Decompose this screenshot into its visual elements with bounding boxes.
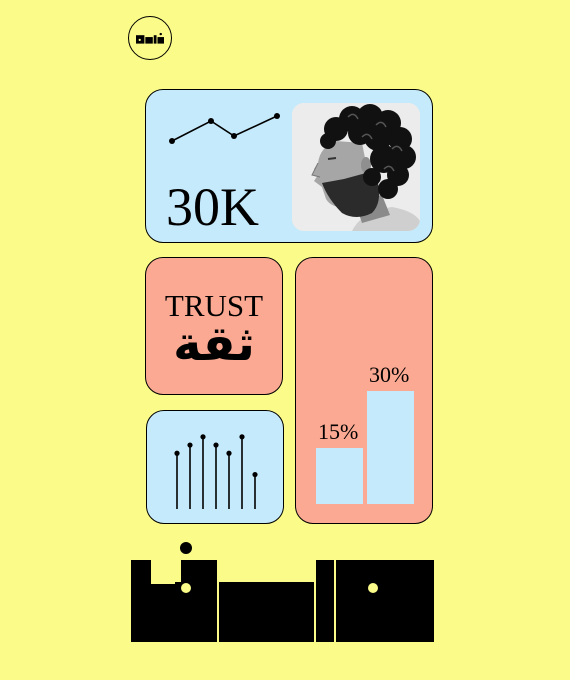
lollipop-dot — [226, 450, 232, 456]
lollipop-dot — [200, 434, 206, 440]
lollipop-dot — [252, 471, 258, 478]
logo-badge — [128, 16, 172, 60]
lollipop-dot — [213, 442, 219, 448]
bar — [316, 447, 363, 504]
bar-value-label: 15% — [318, 418, 359, 444]
trust-card: TRUST ثقة — [145, 257, 283, 395]
trust-label-arabic: ثقة — [173, 316, 255, 372]
stat-card: 30K — [145, 89, 433, 243]
stat-value: 30K — [166, 177, 259, 237]
line-chart-icon — [169, 113, 280, 144]
bar-chart: 15% 30% — [296, 258, 432, 523]
wordmark-logo-icon — [136, 32, 164, 44]
large-wordmark-logo — [131, 542, 434, 642]
portrait-photo — [292, 103, 420, 231]
lollipop-dot — [239, 434, 245, 440]
bar-chart-card: 15% 30% — [295, 257, 433, 524]
lollipop-dot — [187, 442, 193, 448]
bar — [367, 391, 414, 504]
lollipop-card — [146, 410, 284, 524]
bar-value-label: 30% — [369, 362, 410, 387]
portrait-illustration — [292, 103, 420, 231]
lollipop-dot — [174, 450, 180, 456]
lollipop-chart-icon — [174, 434, 258, 509]
